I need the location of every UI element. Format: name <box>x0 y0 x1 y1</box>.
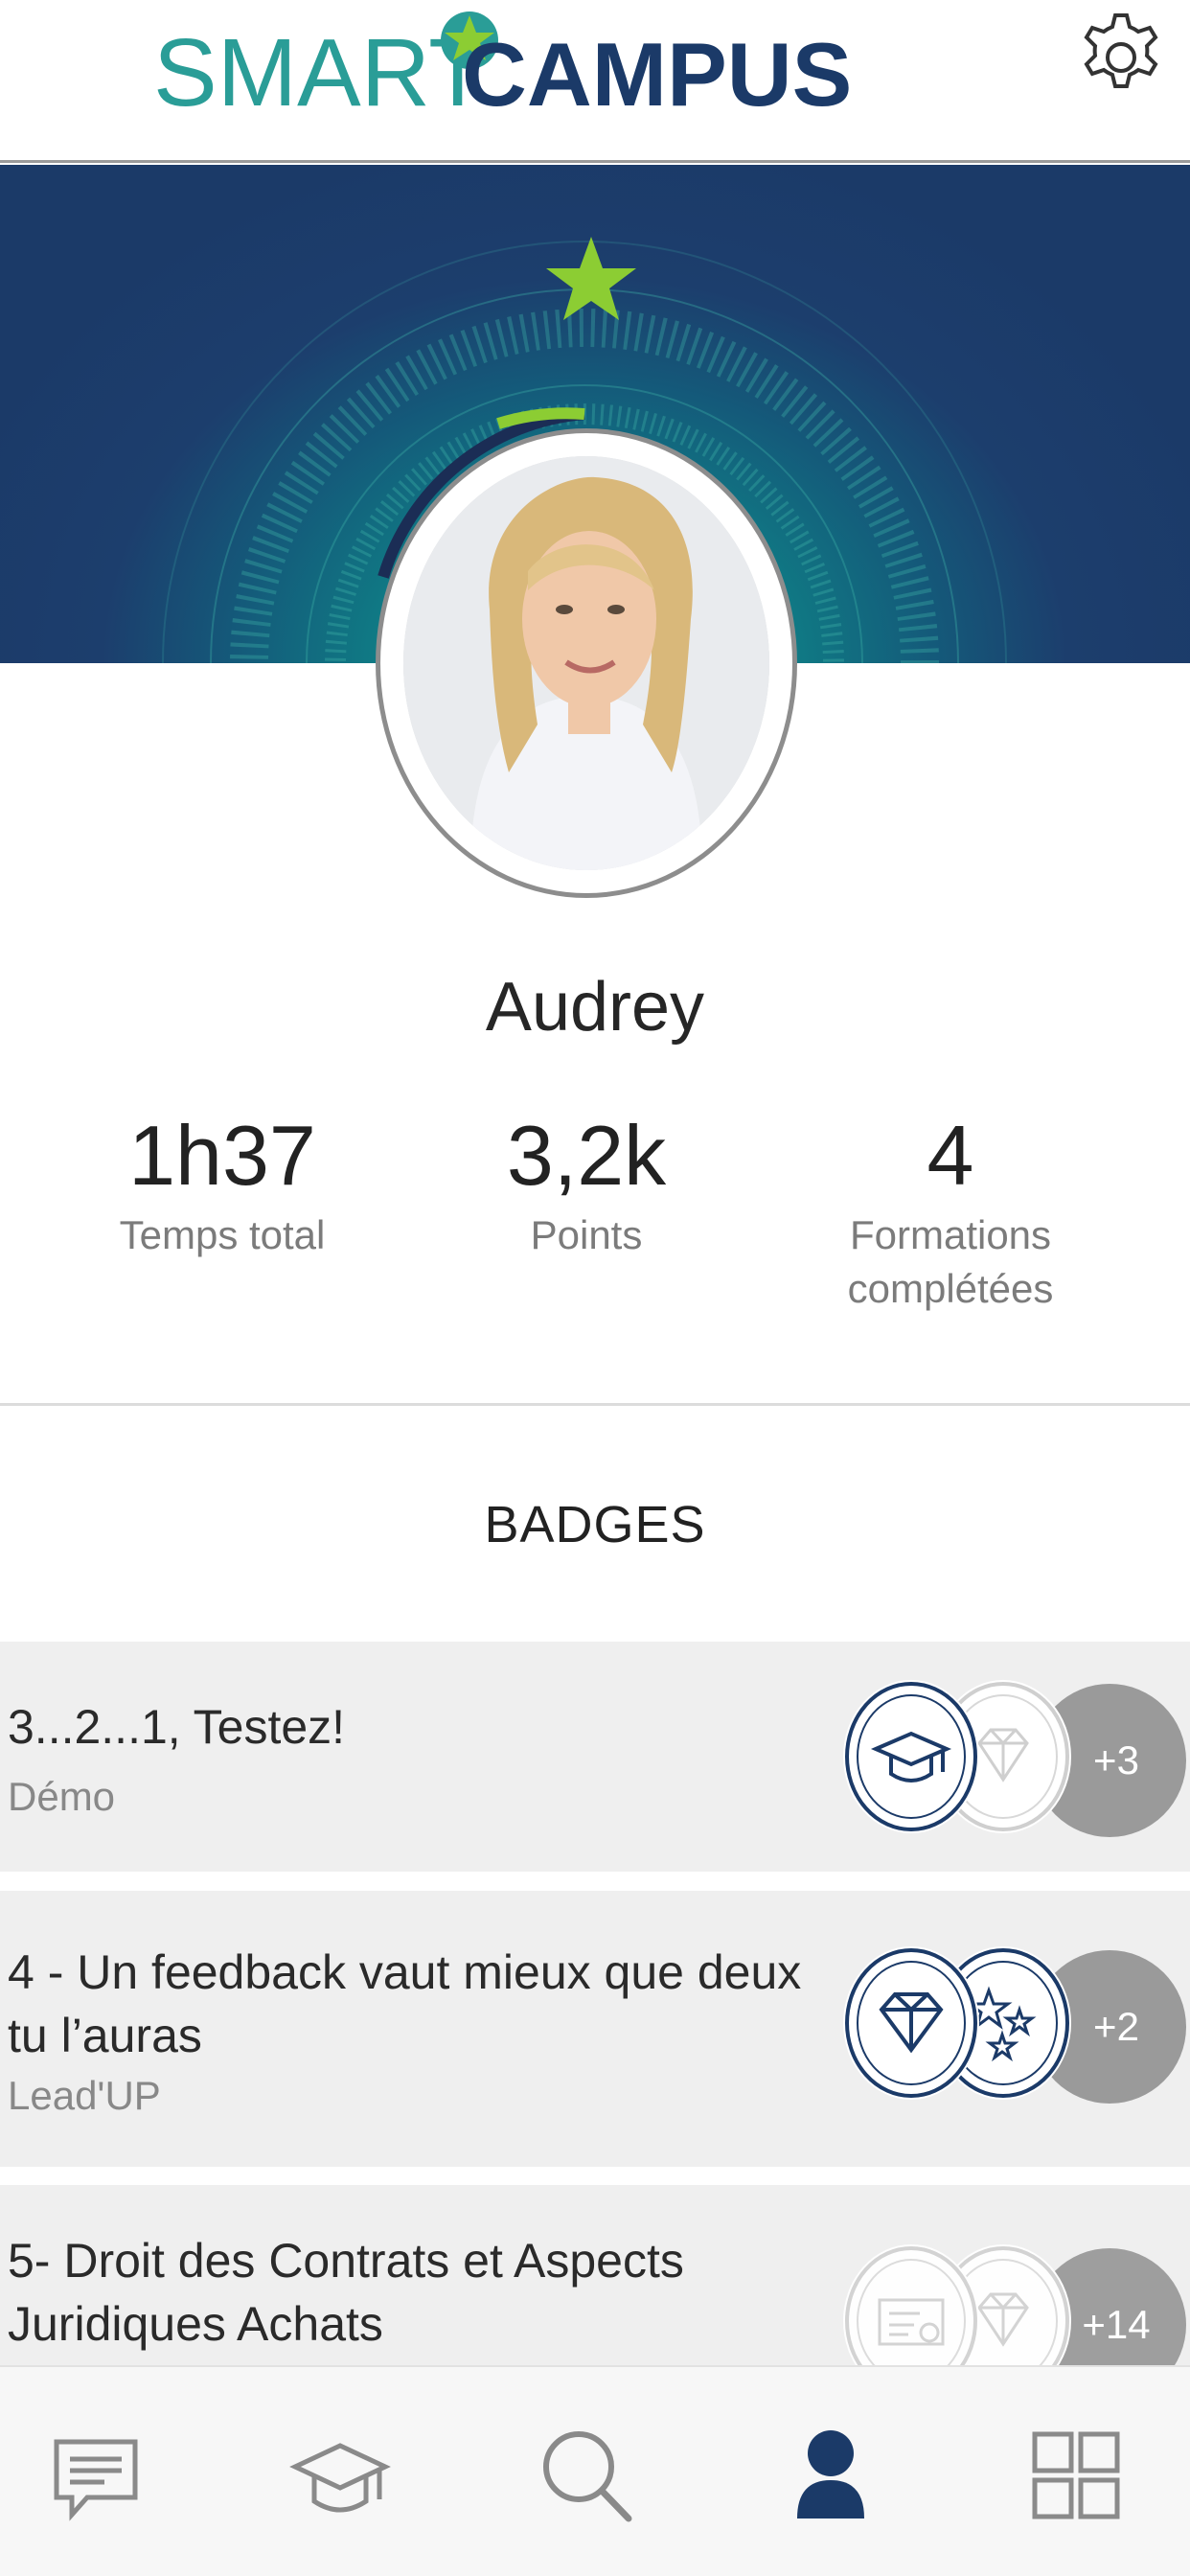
badges-title: BADGES <box>484 1496 706 1553</box>
stat-value: 4 <box>927 1108 974 1203</box>
badge-card-title-line: tu l’auras <box>8 2009 202 2062</box>
smartcampus-logo: SMART CAMPUS <box>153 12 852 123</box>
badge-card-title-line: 5- Droit des Contrats et Aspects <box>8 2234 684 2288</box>
grid-icon <box>1032 2431 1120 2519</box>
badge-icons: +3 <box>843 1680 1186 1843</box>
gear-icon <box>1084 13 1158 88</box>
section-divider <box>0 1403 1190 1406</box>
nav-menu[interactable] <box>1023 2423 1129 2528</box>
badge-card-subtitle: Lead'UP <box>8 2073 161 2118</box>
stat-label: Points <box>530 1211 643 1257</box>
profile-name: Audrey <box>485 969 705 1046</box>
diamond-icon <box>843 1946 979 2100</box>
badge-card-title: 4 - Un feedback vaut mieux que deux tu l… <box>8 1941 812 2067</box>
logo-text-smart: SMART <box>153 19 487 123</box>
user-icon <box>797 2430 864 2518</box>
nav-chat[interactable] <box>43 2423 149 2528</box>
profile-photo <box>403 456 769 870</box>
stat-points: 3,2k Points <box>395 1108 778 1262</box>
settings-button[interactable] <box>1071 8 1171 107</box>
stat-value: 3,2k <box>506 1108 667 1203</box>
badge-card-title: 5- Droit des Contrats et Aspects Juridiq… <box>8 2229 812 2356</box>
badge-icons: +2 <box>843 1946 1186 2109</box>
stat-label-line: Formations <box>849 1211 1052 1257</box>
stat-completed-trainings: 4 Formations complétées <box>759 1108 1142 1317</box>
badge-card-subtitle: Démo <box>8 1774 116 1819</box>
stat-total-time: 1h37 Temps total <box>31 1108 414 1262</box>
nav-trainings[interactable] <box>287 2423 393 2528</box>
stat-value: 1h37 <box>128 1108 316 1203</box>
badge-icons: +14 <box>843 2244 1186 2377</box>
graduation-cap-icon <box>289 2443 391 2513</box>
badge-card[interactable]: 3...2...1, Testez! Démo +3 <box>0 1642 1190 1872</box>
chat-icon <box>54 2439 138 2521</box>
nav-profile[interactable] <box>778 2423 883 2528</box>
bottom-nav <box>0 2365 1190 2576</box>
stat-label: Temps total <box>119 1211 326 1257</box>
badge-card[interactable]: 4 - Un feedback vaut mieux que deux tu l… <box>0 1891 1190 2167</box>
search-icon <box>543 2431 632 2522</box>
logo-text-campus: CAMPUS <box>462 24 852 123</box>
star-icon <box>546 237 636 320</box>
badge-card[interactable]: 5- Droit des Contrats et Aspects Juridiq… <box>0 2185 1190 2377</box>
badge-card-title-line: Juridiques Achats <box>8 2297 383 2351</box>
certificate-icon <box>843 2244 979 2377</box>
avatar[interactable] <box>376 428 797 898</box>
badge-card-title-line: 4 - Un feedback vaut mieux que deux <box>8 1945 802 1999</box>
stat-label-line: complétées <box>847 1266 1054 1312</box>
app-header: SMART CAMPUS <box>0 0 1190 163</box>
nav-search[interactable] <box>533 2423 638 2528</box>
badge-card-title: 3...2...1, Testez! <box>8 1700 346 1754</box>
graduation-cap-icon <box>843 1680 979 1833</box>
stat-label: Formations complétées <box>759 1208 1142 1317</box>
